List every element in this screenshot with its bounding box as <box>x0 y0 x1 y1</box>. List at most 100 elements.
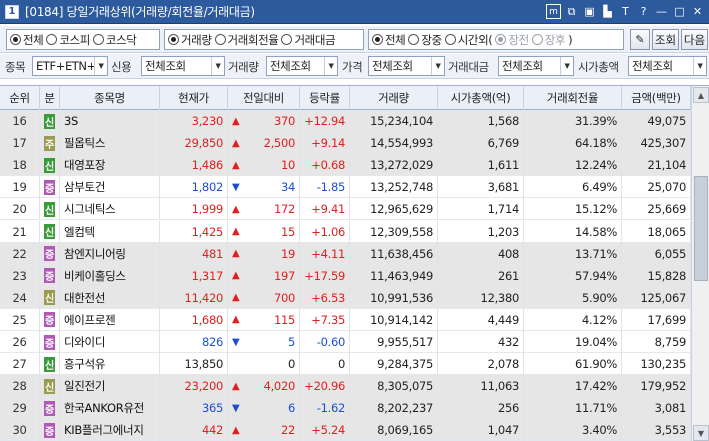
cell-price: 826 <box>160 331 228 353</box>
cell-change: ▲ 115 <box>228 308 300 331</box>
market-badge: 증 <box>44 246 55 262</box>
window-title-bar: 1 [0184] 당일거래상위(거래량/회전율/거래대금) m ⧉ ▣ ▙ T … <box>0 0 709 24</box>
credit-select[interactable]: 전체조회 ▼ <box>141 56 225 76</box>
table-row[interactable]: 28 신 일진전기 23,200 ▲ 4,020 +20.96 8,305,075 11,063… <box>0 375 691 398</box>
up-triangle-icon: ▲ <box>232 292 240 304</box>
settings-button[interactable]: ✎ <box>630 29 650 50</box>
header-rank[interactable]: 순위 <box>0 86 40 110</box>
cell-change: ▲ 2,500 <box>228 132 300 155</box>
up-triangle-icon: ▲ <box>232 226 240 237</box>
cell-badge: 증 <box>40 308 60 331</box>
table-row[interactable]: 25 증 에이프로젠 1,680 ▲ 115 +7.35 10,914,142 4,449 4.1… <box>0 308 691 331</box>
cell-rank: 24 <box>0 286 40 309</box>
vertical-scrollbar[interactable]: ▲ ▼ <box>691 86 709 441</box>
market-kosdaq-radio[interactable]: 코스닥 <box>92 32 137 48</box>
cell-rate: +7.35 <box>300 308 350 331</box>
price-label: 가격 <box>342 60 363 74</box>
afterhours-close-paren: ) <box>568 32 573 47</box>
cell-turnover: 15.12% <box>524 198 622 221</box>
cell-rank: 17 <box>0 132 40 155</box>
table-row[interactable]: 18 신 대영포장 1,486 ▲ 10 +0.68 13,272,029 1,611 12.24… <box>0 154 691 177</box>
pin-icon[interactable]: ▙ <box>600 4 615 19</box>
scroll-thumb[interactable] <box>694 176 708 281</box>
cell-volume: 10,914,142 <box>350 308 438 331</box>
session-all-radio[interactable]: 전체 <box>372 32 406 48</box>
cell-rank: 18 <box>0 154 40 177</box>
scroll-down-icon[interactable]: ▼ <box>693 425 709 441</box>
header-price[interactable]: 현재가 <box>160 86 228 110</box>
cell-price: 1,317 <box>160 264 228 287</box>
market-badge: 신 <box>44 290 55 306</box>
price-select[interactable]: 전체조회 ▼ <box>368 56 445 76</box>
cell-change: ▲ 172 <box>228 198 300 221</box>
help-icon[interactable]: ? <box>636 4 651 19</box>
next-button[interactable]: 다음 <box>681 29 708 50</box>
header-type[interactable]: 분 <box>40 86 60 110</box>
market-badge: 증 <box>44 312 55 328</box>
scroll-up-icon[interactable]: ▲ <box>693 87 709 103</box>
table-row[interactable]: 30 증 KIB플러그에너지 442 ▲ 22 +5.24 8,069,165 1,047 3.4… <box>0 419 691 441</box>
m-icon[interactable]: m <box>546 4 561 19</box>
cap-select[interactable]: 전체조회 ▼ <box>628 56 707 76</box>
cell-mktcap: 1,714 <box>438 198 524 221</box>
table-row[interactable]: 19 증 삼부토건 1,802 ▼ 34 -1.85 13,252,748 3,681 6.49%… <box>0 176 691 199</box>
session-regular-radio[interactable]: 장중 <box>408 32 442 48</box>
cell-badge: 신 <box>40 375 60 398</box>
close-icon[interactable]: ✕ <box>690 4 705 19</box>
session-radio-group: 전체 장중 시간외( 장전 장후 ) <box>368 29 624 50</box>
text-icon[interactable]: T <box>618 4 633 19</box>
restore-icon[interactable]: ⧉ <box>564 4 579 19</box>
header-name[interactable]: 종목명 <box>60 86 160 110</box>
table-row[interactable]: 23 증 비케이홀딩스 1,317 ▲ 197 +17.59 11,463,949 261 57.… <box>0 264 691 287</box>
sort-turnover-radio[interactable]: 거래회전율 <box>214 32 279 48</box>
amount-select[interactable]: 전체조회 ▼ <box>498 56 574 76</box>
table-row[interactable]: 26 증 디와이디 826 ▼ 5 -0.60 9,955,517 432 19.04% 8,759 <box>0 331 691 353</box>
cell-volume: 9,955,517 <box>350 331 438 353</box>
cell-volume: 14,554,993 <box>350 132 438 155</box>
item-select[interactable]: ETF+ETN+스 ▼ <box>32 56 108 76</box>
session-afterhours-radio[interactable]: 시간외( <box>444 32 493 48</box>
header-volume[interactable]: 거래량 <box>350 86 438 110</box>
volume-select[interactable]: 전체조회 ▼ <box>266 56 338 76</box>
sort-amount-radio[interactable]: 거래대금 <box>281 32 336 48</box>
cell-change: ▲ 700 <box>228 286 300 309</box>
market-all-radio[interactable]: 전체 <box>10 32 44 48</box>
market-kospi-radio[interactable]: 코스피 <box>46 32 90 48</box>
query-button[interactable]: 조회 <box>652 29 679 50</box>
table-row[interactable]: 24 신 대한전선 11,420 ▲ 700 +6.53 10,991,536 12,380 5.… <box>0 286 691 309</box>
cell-price: 1,486 <box>160 154 228 177</box>
header-rate[interactable]: 등락률 <box>300 86 350 110</box>
cell-mktcap: 1,611 <box>438 154 524 177</box>
table-row[interactable]: 20 신 시그네틱스 1,999 ▲ 172 +9.41 12,965,629 1,714 15.… <box>0 198 691 221</box>
market-badge: 증 <box>44 400 55 416</box>
cell-rank: 27 <box>0 353 40 376</box>
header-mktcap[interactable]: 시가총액(억) <box>438 86 524 110</box>
tile-icon[interactable]: ▣ <box>582 4 597 19</box>
minimize-icon[interactable]: — <box>654 4 669 19</box>
header-turnover[interactable]: 거래회전율 <box>524 86 622 110</box>
cell-price: 1,999 <box>160 198 228 221</box>
table-row[interactable]: 22 증 참엔지니어링 481 ▲ 19 +4.11 11,638,456 408 13.71% 6… <box>0 242 691 265</box>
header-amount[interactable]: 금액(백만) <box>622 86 691 110</box>
cell-badge: 신 <box>40 154 60 177</box>
sort-volume-radio[interactable]: 거래량 <box>168 32 212 48</box>
table-row[interactable]: 16 신 3S 3,230 ▲ 370 +12.94 15,234,104 1,568 31.39… <box>0 110 691 132</box>
cell-turnover: 61.90% <box>524 353 622 376</box>
afterhours-post-radio[interactable]: 장후 <box>531 32 566 48</box>
table-row[interactable]: 21 신 엘컴텍 1,425 ▲ 15 +1.06 12,309,558 1,203 14.58%… <box>0 220 691 243</box>
table-row[interactable]: 29 증 한국ANKOR유전 365 ▼ 6 -1.62 8,202,237 256 11.71%… <box>0 397 691 420</box>
afterhours-pre-radio[interactable]: 장전 <box>495 32 529 48</box>
cell-rate: 0 <box>300 353 350 376</box>
table-row[interactable]: 17 주 필옵틱스 29,850 ▲ 2,500 +9.14 14,554,993 6,769 6… <box>0 132 691 155</box>
cell-amount: 3,081 <box>622 397 691 420</box>
up-triangle-icon: ▲ <box>232 159 240 171</box>
maximize-icon[interactable]: □ <box>672 4 687 19</box>
cell-rate: +17.59 <box>300 264 350 287</box>
cell-name: 흥구석유 <box>60 353 160 376</box>
cell-badge: 신 <box>40 286 60 309</box>
header-change[interactable]: 전일대비 <box>228 86 300 110</box>
cell-turnover: 12.24% <box>524 154 622 177</box>
cell-turnover: 17.42% <box>524 375 622 398</box>
market-badge: 증 <box>44 422 55 438</box>
table-row[interactable]: 27 신 흥구석유 13,850 0 0 9,284,375 2,078 61.90% 130,2… <box>0 353 691 376</box>
